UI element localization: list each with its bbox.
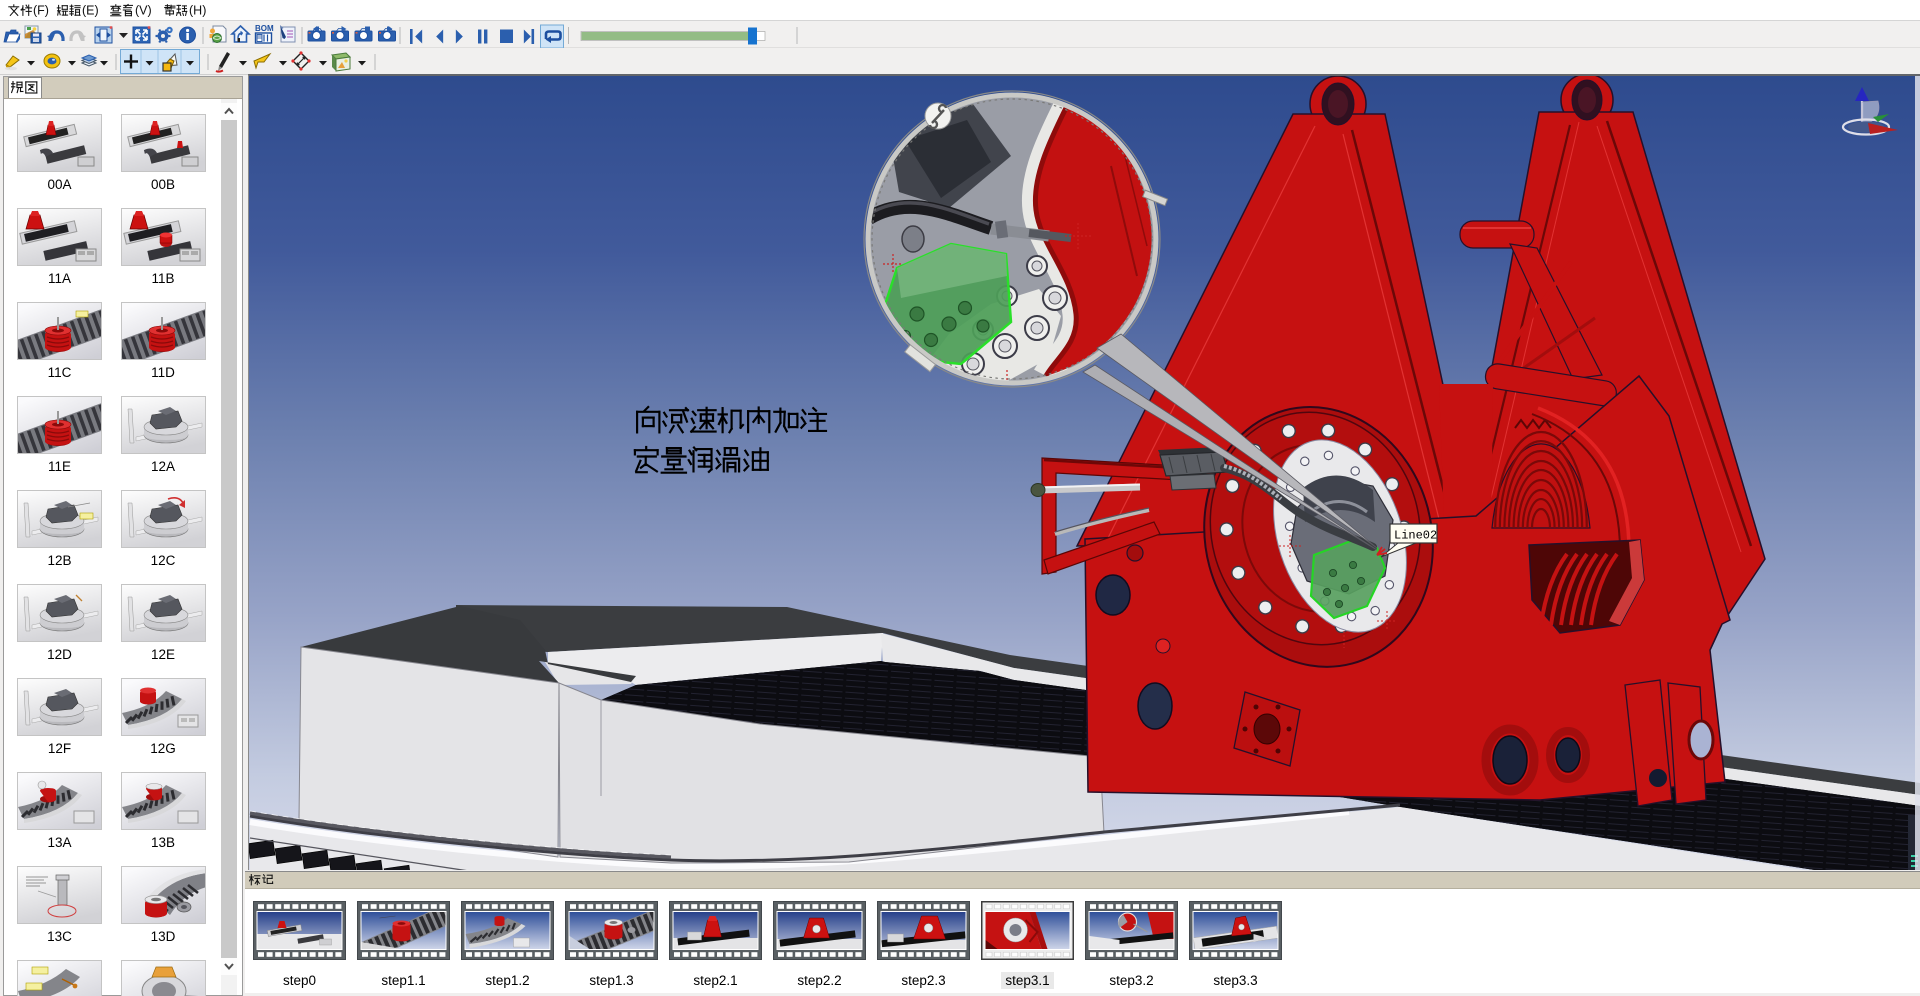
svg-text:BOM: BOM	[255, 24, 274, 33]
svg-text:Line02: Line02	[1394, 529, 1437, 543]
